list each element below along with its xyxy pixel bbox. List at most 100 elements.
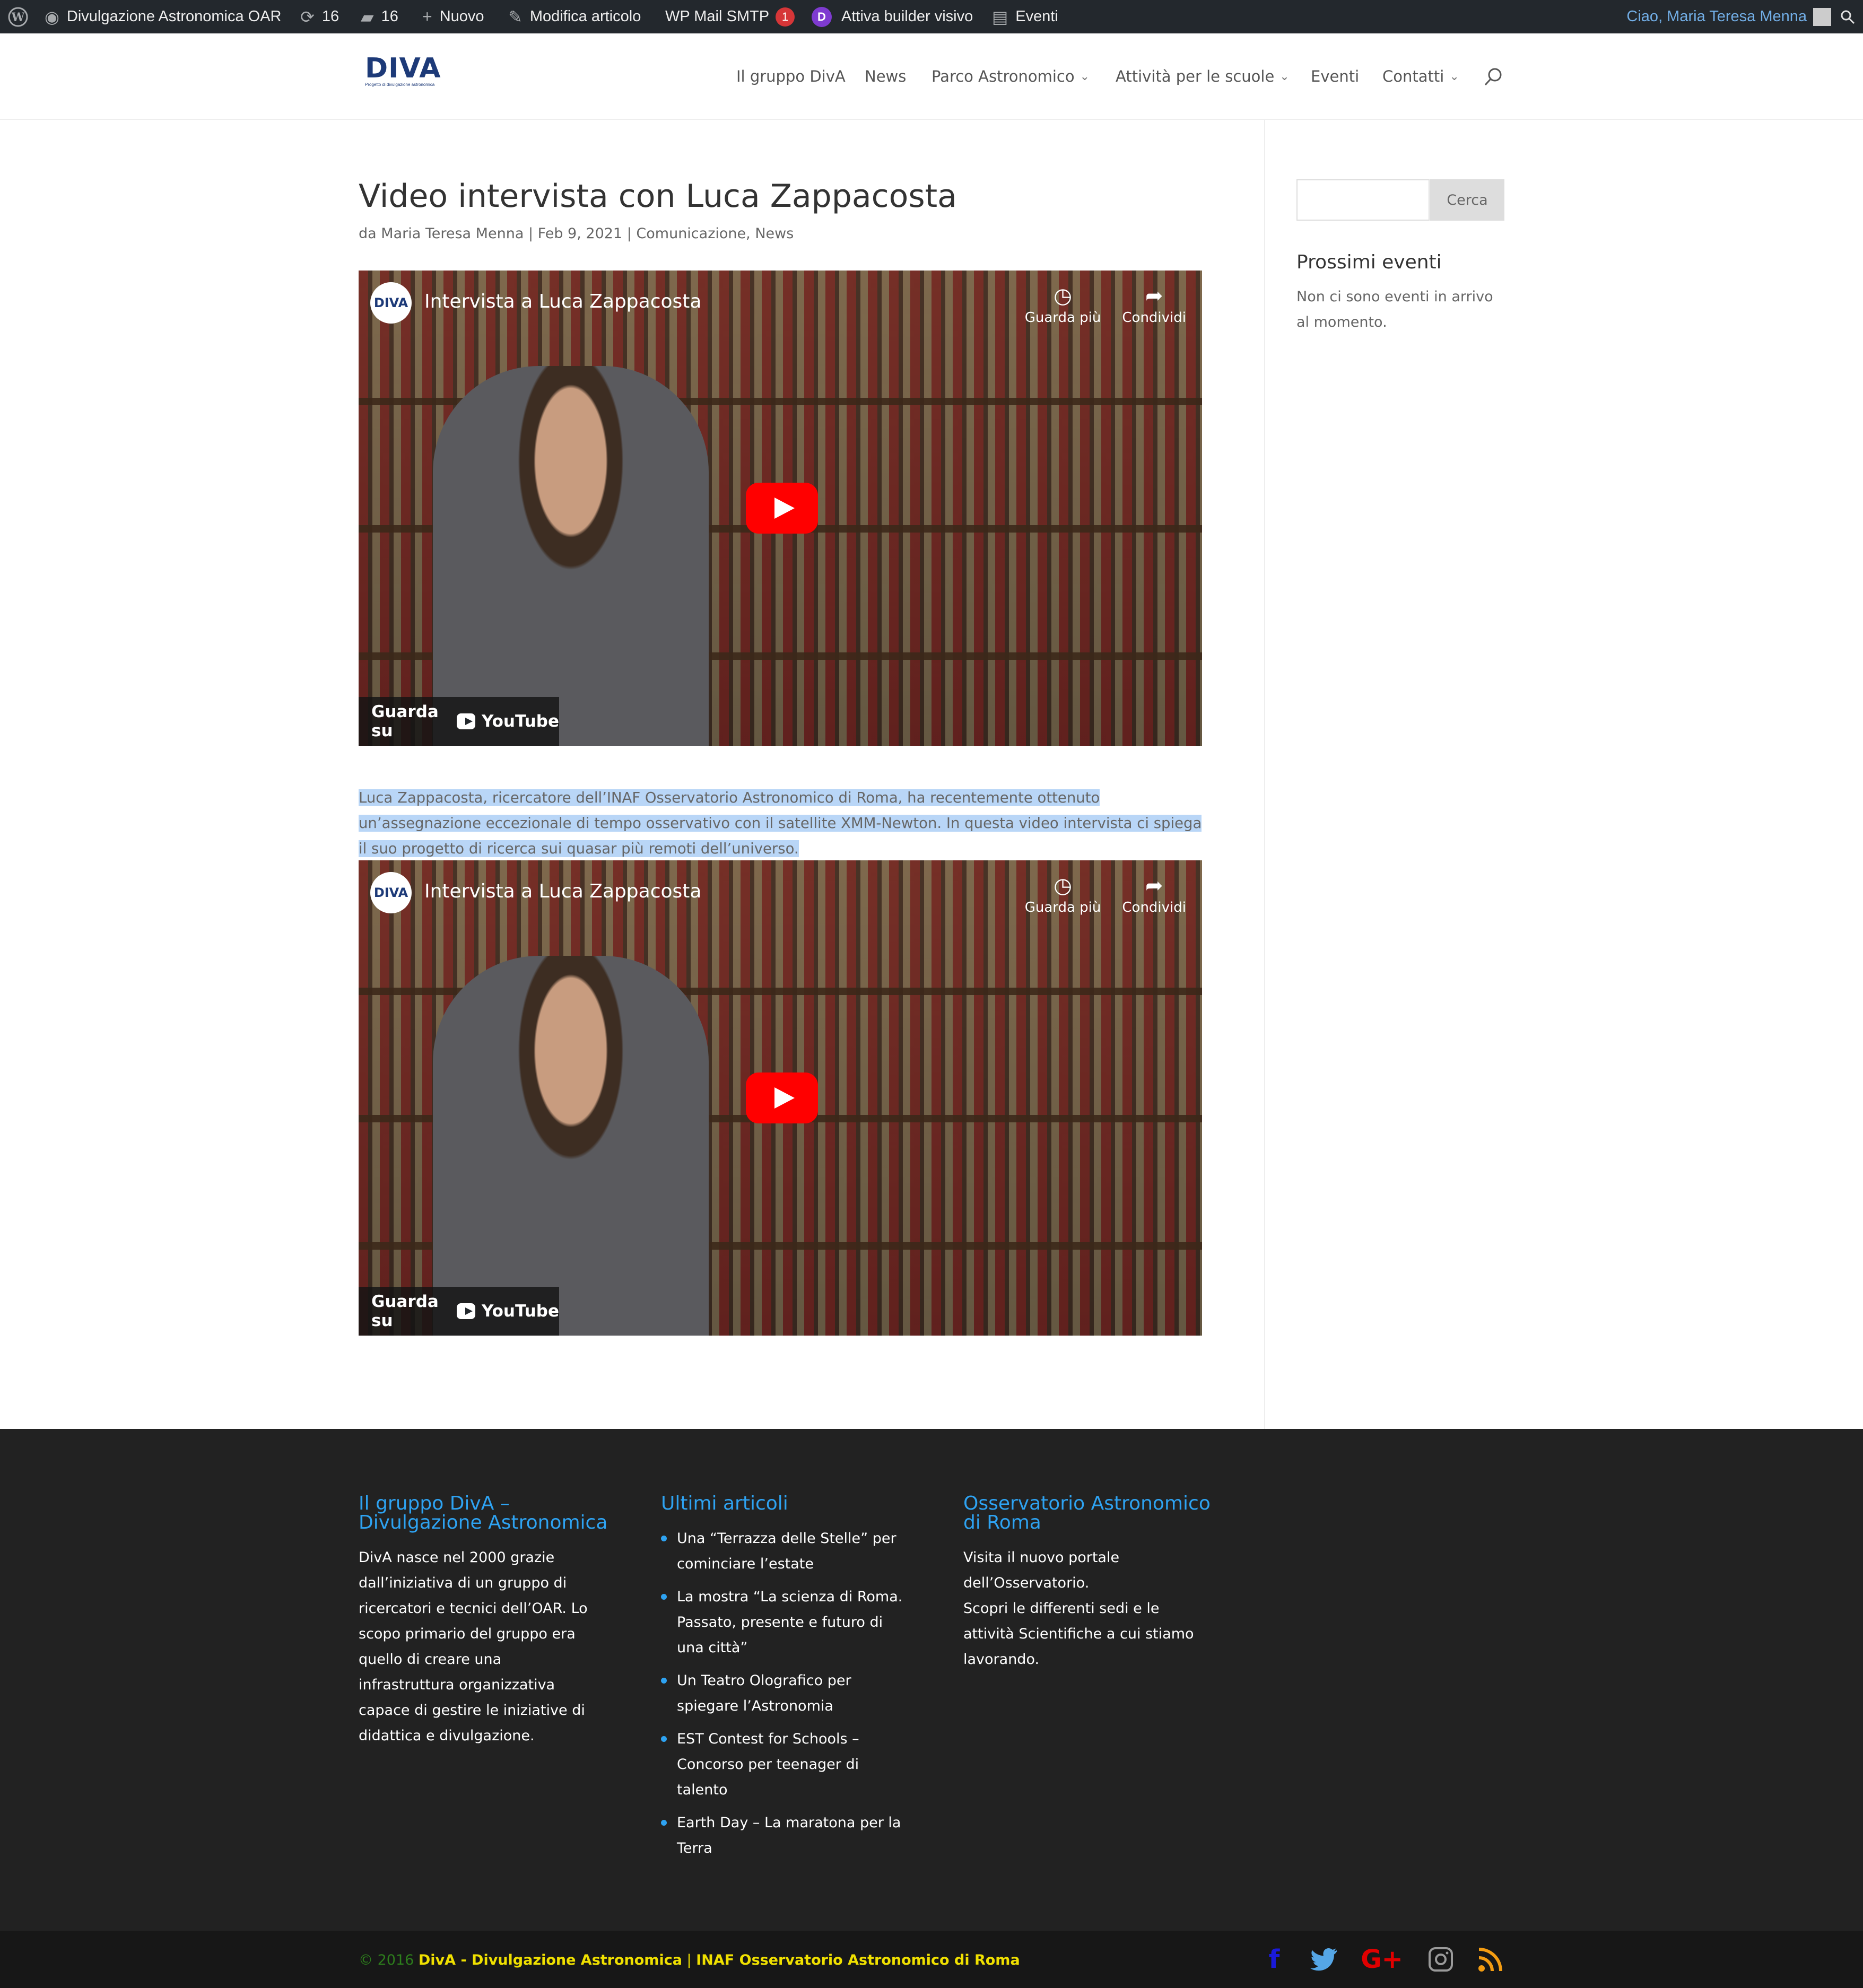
video-title[interactable]: Intervista a Luca Zappacosta (424, 880, 701, 902)
updates-count: 16 (321, 8, 339, 25)
watch-on-youtube-button[interactable]: Guarda su YouTube (359, 697, 559, 746)
header-search-icon[interactable] (1483, 66, 1504, 90)
nav-label: Il gruppo DivA (736, 67, 846, 85)
recent-posts-list: Una “Terrazza delle Stelle” per comincia… (661, 1526, 916, 1861)
admin-site-name: Divulgazione Astronomica OAR (66, 8, 282, 25)
credits-link-inaf[interactable]: INAF Osservatorio Astronomico di Roma (696, 1952, 1020, 1968)
sidebar-search-button[interactable]: Cerca (1430, 179, 1504, 221)
share-icon: ➦ (1145, 874, 1163, 898)
chevron-down-icon: ⌄ (1279, 69, 1290, 83)
dashboard-icon: ◉ (45, 7, 59, 27)
instagram-icon[interactable] (1425, 1943, 1457, 1975)
footer-credits: © 2016 DivA - Divulgazione Astronomica |… (359, 1952, 1020, 1968)
site-footer (0, 1429, 1863, 1931)
watch-on-youtube-button[interactable]: Guarda su YouTube (359, 1287, 559, 1336)
footer-text-line[interactable]: Visita il nuovo portale dell’Osservatori… (963, 1545, 1197, 1596)
post-title: Video intervista con Luca Zappacosta (359, 178, 957, 215)
channel-logo[interactable]: DIVA (370, 282, 412, 324)
youtube-icon (456, 1303, 475, 1319)
admin-account-menu[interactable]: Ciao, Maria Teresa Menna (1626, 0, 1831, 33)
comments-count: 16 (381, 8, 398, 25)
wordpress-logo-icon[interactable]: W (7, 0, 29, 33)
twitter-icon[interactable] (1308, 1943, 1340, 1975)
google-plus-icon[interactable]: G+ (1358, 1943, 1406, 1975)
footer-heading: Ultimi articoli (661, 1493, 788, 1514)
credits-link-diva[interactable]: DivA - Divulgazione Astronomica (419, 1952, 682, 1968)
admin-events-link[interactable]: ▤ Eventi (992, 0, 1058, 33)
watch-on-label: Guarda su (371, 1292, 439, 1330)
site-header: DIVA Progetto di divulgazione astronomic… (0, 33, 1863, 120)
admin-updates-link[interactable]: ⟳ 16 (300, 0, 339, 33)
meta-separator: | (626, 225, 632, 242)
share-label: Condividi (1122, 900, 1186, 915)
admin-edit-post-link[interactable]: ✎ Modifica articolo (508, 0, 641, 33)
site-logo[interactable]: DIVA Progetto di divulgazione astronomic… (365, 55, 441, 88)
category-link-comunicazione[interactable]: Comunicazione (636, 225, 746, 242)
admin-smtp-label: WP Mail SMTP (665, 8, 770, 25)
footer-text: Visita il nuovo portale dell’Osservatori… (963, 1545, 1197, 1672)
post-meta: da Maria Teresa Menna | Feb 9, 2021 | Co… (359, 225, 794, 242)
nav-item-scuole[interactable]: Attività per le scuole ⌄ (1116, 66, 1290, 87)
watch-later-button[interactable]: ◷ Guarda più (1025, 285, 1101, 326)
video-embed[interactable]: DIVA Intervista a Luca Zappacosta ◷ Guar… (359, 860, 1202, 1336)
watch-later-label: Guarda più (1024, 900, 1101, 915)
footer-column-articles: Ultimi articoli Una “Terrazza delle Stel… (661, 1494, 916, 1870)
admin-comments-link[interactable]: ▰ 16 (361, 0, 398, 33)
admin-greeting: Ciao, Maria Teresa Menna (1626, 8, 1807, 25)
watch-later-button[interactable]: ◷ Guarda più (1025, 875, 1101, 915)
logo-text: DIVA (365, 53, 441, 84)
recent-post-link[interactable]: Una “Terrazza delle Stelle” per comincia… (661, 1526, 905, 1577)
recent-post-link[interactable]: EST Contest for Schools – Concorso per t… (661, 1727, 905, 1803)
youtube-icon (456, 713, 475, 729)
category-comma: , (746, 225, 751, 242)
play-button[interactable] (746, 1073, 818, 1123)
calendar-icon: ▤ (992, 7, 1008, 27)
footer-text: DivA nasce nel 2000 grazie dall’iniziati… (359, 1549, 588, 1744)
updates-icon: ⟳ (300, 7, 315, 27)
recent-post-link[interactable]: Earth Day – La maratona per la Terra (661, 1810, 905, 1861)
nav-label: News (865, 67, 907, 85)
selected-text: Luca Zappacosta, ricercatore dell’INAF O… (359, 789, 1202, 857)
nav-item-news[interactable]: News (865, 66, 906, 87)
video-toolbar: ◷ Guarda più ➦ Condividi (1025, 875, 1186, 915)
watch-on-label: Guarda su (371, 702, 439, 740)
footer-column-observatory: Osservatorio Astronomico di Roma Visita … (963, 1494, 1218, 1672)
channel-logo[interactable]: DIVA (370, 872, 412, 913)
rss-icon[interactable] (1475, 1943, 1507, 1975)
admin-search-icon[interactable] (1840, 0, 1856, 33)
admin-site-link[interactable]: ◉ Divulgazione Astronomica OAR (45, 0, 282, 33)
youtube-label: YouTube (482, 712, 559, 731)
admin-builder-link[interactable]: D Attiva builder visivo (812, 0, 973, 33)
video-toolbar: ◷ Guarda più ➦ Condividi (1025, 285, 1186, 326)
admin-smtp-link[interactable]: WP Mail SMTP 1 (665, 0, 795, 33)
nav-item-parco[interactable]: Parco Astronomico ⌄ (932, 66, 1090, 87)
nav-label: Parco Astronomico (932, 67, 1075, 85)
category-link-news[interactable]: News (755, 225, 794, 242)
meta-prefix: da (359, 225, 377, 242)
avatar (1813, 7, 1831, 26)
share-button[interactable]: ➦ Condividi (1122, 285, 1186, 326)
footer-text-line: Scopri le differenti sedi e le attività … (963, 1600, 1194, 1668)
thumbnail-person (433, 366, 709, 746)
credits-separator: | (686, 1952, 692, 1968)
admin-new-link[interactable]: + Nuovo (422, 0, 484, 33)
recent-post-link[interactable]: Un Teatro Olografico per spiegare l’Astr… (661, 1668, 905, 1719)
author-link[interactable]: Maria Teresa Menna (381, 225, 524, 242)
video-title[interactable]: Intervista a Luca Zappacosta (424, 291, 701, 312)
recent-post-link[interactable]: La mostra “La scienza di Roma. Passato, … (661, 1584, 905, 1661)
admin-edit-label: Modifica articolo (529, 8, 641, 25)
admin-events-label: Eventi (1015, 8, 1058, 25)
nav-item-gruppo[interactable]: Il gruppo DivA (736, 66, 846, 87)
nav-item-eventi[interactable]: Eventi (1311, 66, 1359, 87)
facebook-icon[interactable]: f (1258, 1943, 1290, 1975)
nav-label: Attività per le scuole (1116, 67, 1275, 85)
meta-separator: | (528, 225, 534, 242)
video-embed[interactable]: DIVA Intervista a Luca Zappacosta ◷ Guar… (359, 271, 1202, 746)
sidebar-search-input[interactable] (1296, 179, 1430, 221)
share-icon: ➦ (1145, 284, 1163, 308)
nav-label: Eventi (1311, 67, 1360, 85)
play-button[interactable] (746, 483, 818, 534)
copyright: © 2016 (359, 1952, 414, 1968)
share-button[interactable]: ➦ Condividi (1122, 875, 1186, 915)
nav-item-contatti[interactable]: Contatti ⌄ (1382, 66, 1459, 87)
